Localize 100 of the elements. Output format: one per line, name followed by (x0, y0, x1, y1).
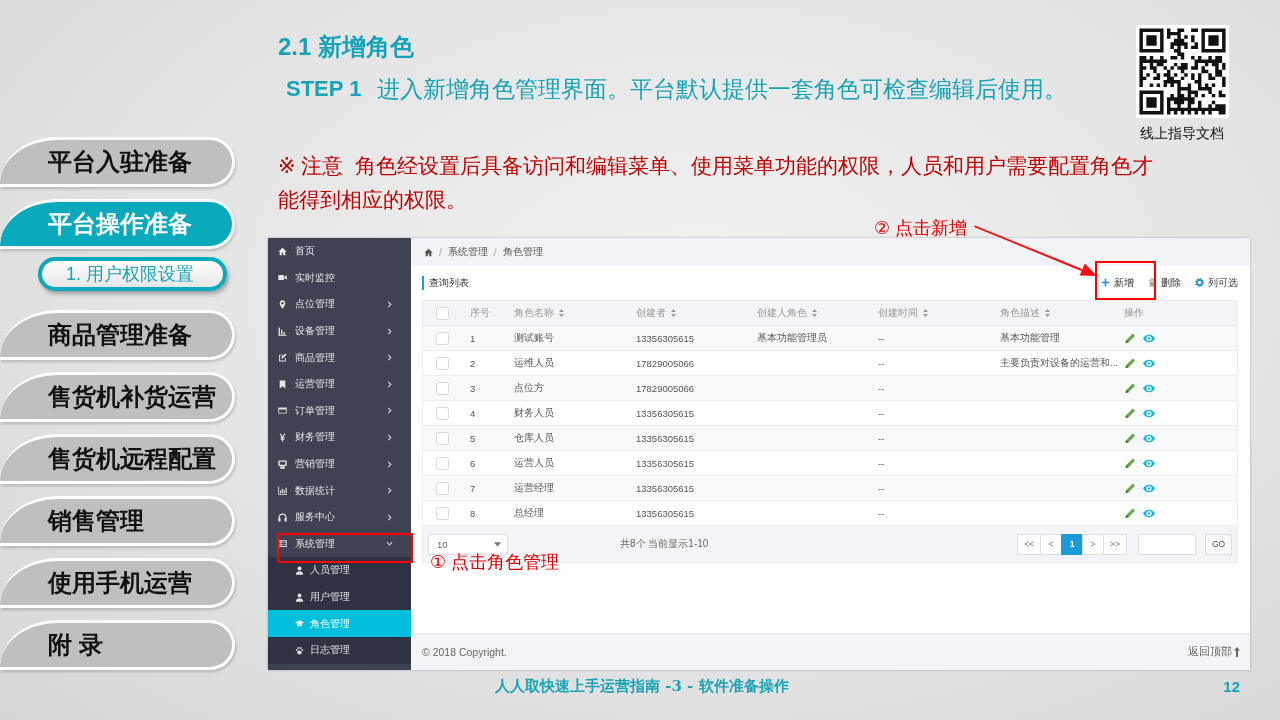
pencil-icon[interactable] (1124, 357, 1136, 369)
checkbox[interactable] (436, 331, 449, 345)
sort-icon[interactable] (812, 309, 817, 317)
checkbox[interactable] (436, 381, 449, 395)
yen-icon (278, 432, 287, 442)
toolbar-button[interactable]: 删除 (1148, 275, 1181, 290)
table-cell: 13356305615 (636, 332, 695, 344)
sidebar-item[interactable]: 运营管理 (268, 370, 411, 398)
table-cell: 13356305615 (636, 457, 695, 469)
table-cell: 运维人员 (514, 356, 554, 370)
sidebar-item[interactable]: 实时监控 (268, 264, 411, 292)
table-cell: 3 (470, 382, 476, 394)
pencil-icon[interactable] (1124, 432, 1136, 444)
nav-tab[interactable]: 平台入驻准备 (0, 137, 235, 187)
sort-icon[interactable] (923, 309, 928, 317)
nav-tab[interactable]: 售货机补货运营 (0, 372, 235, 422)
nav-tab[interactable]: 使用手机运营 (0, 558, 235, 608)
sort-icon[interactable] (559, 309, 564, 317)
nav-tab[interactable]: 附 录 (0, 620, 235, 670)
sidebar-item[interactable]: 日志管理 (268, 636, 411, 664)
sidebar-item[interactable]: 服务中心 (268, 503, 411, 531)
pencil-icon[interactable] (1124, 332, 1136, 344)
sidebar-item[interactable]: 数据统计 (268, 477, 411, 504)
sort-icon[interactable] (1045, 309, 1050, 317)
pencil-icon[interactable] (1124, 407, 1136, 419)
pencil-icon[interactable] (1124, 482, 1136, 494)
go-button[interactable]: GO (1205, 533, 1232, 555)
page-input[interactable] (1138, 533, 1196, 555)
checkbox[interactable] (436, 431, 449, 445)
eye-icon[interactable] (1143, 432, 1155, 444)
toolbar-button[interactable]: 新增 (1101, 275, 1134, 290)
nav-tab[interactable]: 售货机远程配置 (0, 434, 235, 484)
checkbox[interactable] (436, 356, 449, 370)
back-to-top-link[interactable]: 返回顶部 (1188, 645, 1240, 659)
gear-icon (1195, 278, 1204, 287)
card-icon (278, 406, 287, 416)
table-cell: -- (878, 357, 885, 369)
user-icon (295, 592, 304, 602)
eye-icon[interactable] (1143, 507, 1155, 519)
record-summary: 共8个 当前显示1-10 (620, 537, 709, 551)
checkbox[interactable] (436, 406, 449, 420)
sidebar-item[interactable]: 系统管理 (268, 530, 411, 558)
table-cell: -- (878, 432, 885, 444)
nav-tab[interactable]: 销售管理 (0, 496, 235, 546)
nav-tab[interactable]: 商品管理准备 (0, 310, 235, 360)
table-cell: 13356305615 (636, 407, 695, 419)
breadcrumb-separator: / (439, 246, 442, 258)
page-button[interactable]: >> (1103, 533, 1127, 555)
plus-icon (1101, 278, 1110, 287)
breadcrumb-link[interactable]: 系统管理 (447, 245, 488, 259)
sort-icon[interactable] (671, 309, 676, 317)
section-heading: 2.1 新增角色 (278, 33, 416, 61)
sidebar-item[interactable]: 设备管理 (268, 317, 411, 345)
pencil-icon[interactable] (1124, 382, 1136, 394)
sidebar-item[interactable]: 人员管理 (268, 557, 411, 584)
eye-icon[interactable] (1143, 332, 1155, 344)
eye-icon[interactable] (1143, 407, 1155, 419)
table-cell: -- (878, 482, 885, 494)
home-icon (278, 246, 287, 256)
checkbox[interactable] (436, 481, 449, 495)
pencil-icon[interactable] (1124, 507, 1136, 519)
eye-icon[interactable] (1143, 382, 1155, 394)
breadcrumb-link[interactable]: 角色管理 (502, 245, 543, 259)
toolbar-button[interactable]: 列可选 (1195, 275, 1238, 290)
table-cell: 13356305615 (636, 482, 695, 494)
column-header: 创建者 (636, 306, 666, 320)
monitor-icon (278, 459, 287, 469)
sidebar-item[interactable]: 营销管理 (268, 450, 411, 478)
checkbox[interactable] (436, 306, 449, 320)
column-header: 创建人角色 (757, 306, 807, 320)
graduation-cap-icon (295, 619, 304, 629)
sidebar-item[interactable]: 商品管理 (268, 344, 411, 371)
checkbox[interactable] (436, 456, 449, 470)
pencil-icon[interactable] (1124, 457, 1136, 469)
eye-icon[interactable] (1143, 457, 1155, 469)
table-cell: 4 (470, 407, 476, 419)
sidebar-item[interactable]: 点位管理 (268, 291, 411, 318)
column-header: 创建时间 (878, 306, 918, 320)
checkbox[interactable] (436, 506, 449, 520)
table-cell: 5 (470, 432, 476, 444)
step-text: 进入新增角色管理界面。平台默认提供一套角色可检查编辑后使用。 (377, 75, 1068, 103)
page-button[interactable]: << (1017, 533, 1042, 555)
column-header: 角色名称 (514, 306, 554, 320)
highlight-frame (1095, 261, 1156, 300)
column-header: 序号 (470, 306, 490, 320)
step-label: STEP 1 (286, 75, 362, 103)
eye-icon[interactable] (1143, 357, 1155, 369)
page-button[interactable]: < (1040, 533, 1063, 555)
home-icon[interactable] (424, 247, 433, 257)
list-icon (278, 539, 287, 549)
bars-icon (278, 326, 287, 336)
panel-title: 查询列表 (422, 275, 469, 290)
sidebar-item[interactable]: 订单管理 (268, 397, 411, 425)
sidebar-item[interactable]: 用户管理 (268, 583, 411, 611)
sidebar-item[interactable]: 财务管理 (268, 424, 411, 451)
table-cell: 基本功能管理员 (757, 331, 827, 345)
footer-title: 人人取快速上手运营指南 -3 - 软件准备操作 (495, 676, 789, 696)
sidebar-item[interactable]: 首页 (268, 238, 411, 265)
eye-icon[interactable] (1143, 482, 1155, 494)
page-button[interactable]: > (1082, 533, 1105, 555)
